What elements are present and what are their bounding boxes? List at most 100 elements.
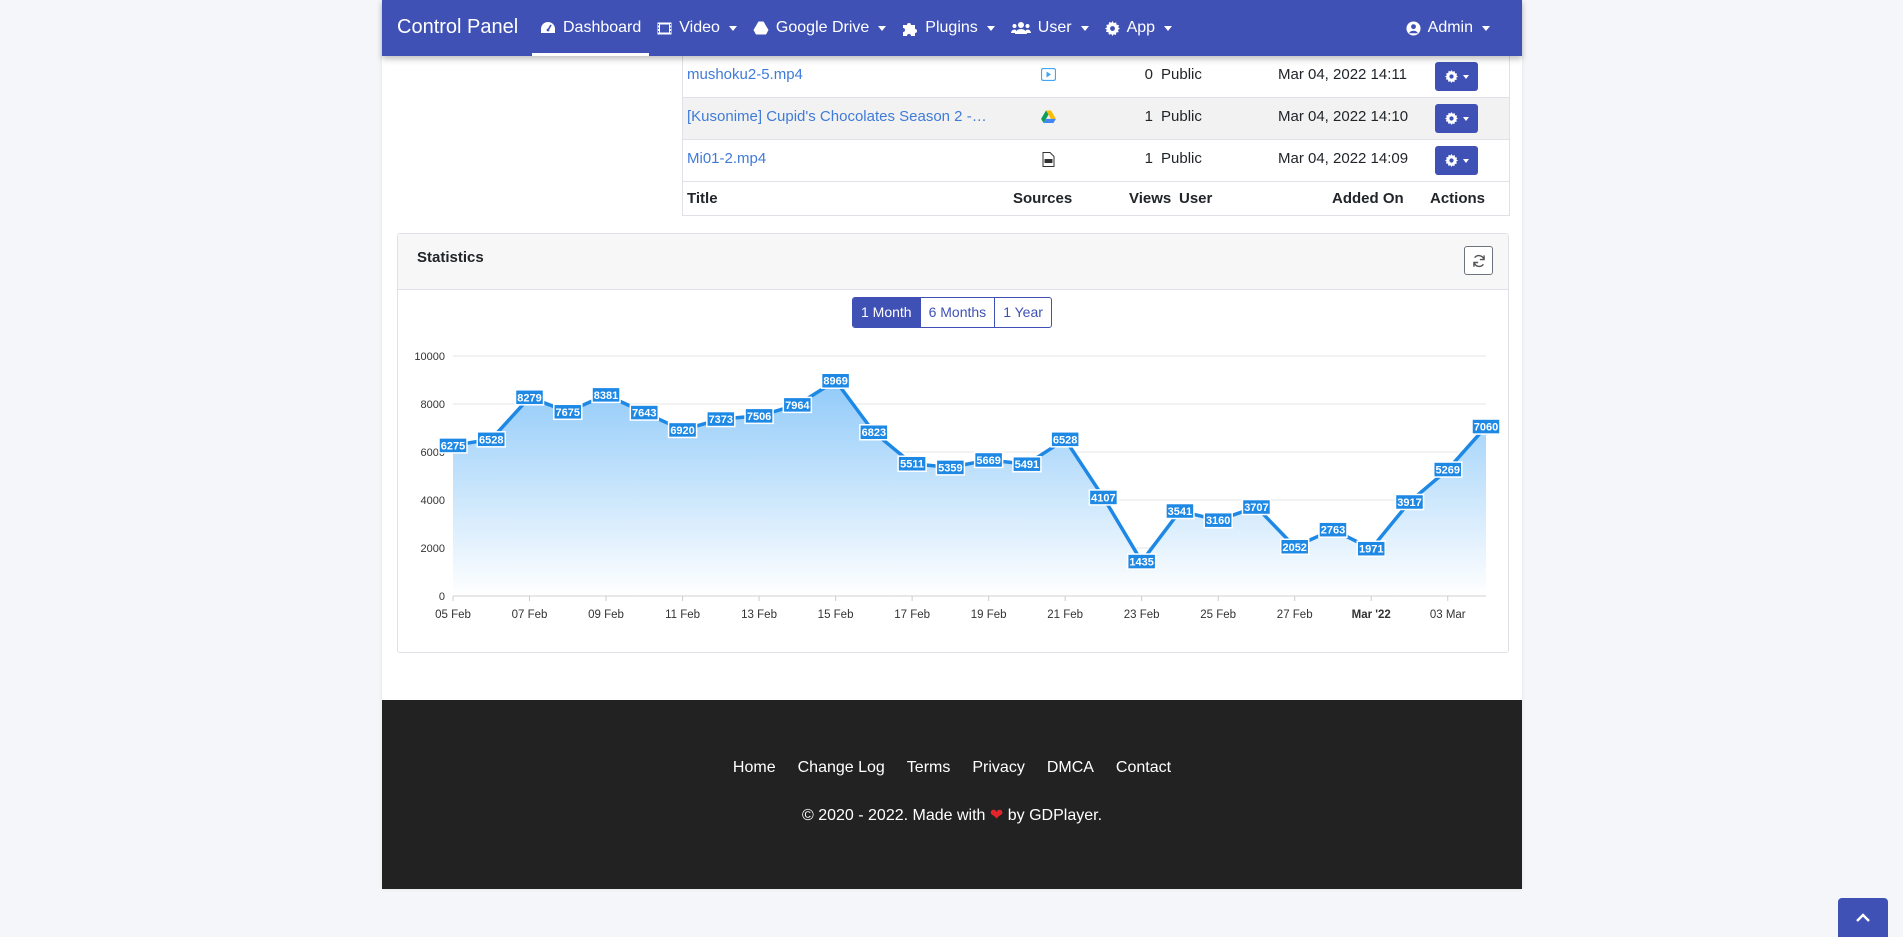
gear-icon [1444, 112, 1458, 125]
y-tick-label: 0 [439, 591, 445, 603]
table-row: Mi01-2.mp4 1 Public Mar 04, 2022 14:09 [683, 139, 1509, 181]
added-on-date: Mar 04, 2022 14:11 [1278, 66, 1407, 83]
data-label: 8279 [517, 392, 541, 404]
scroll-to-top-button[interactable] [1838, 898, 1888, 937]
x-tick-label: 25 Feb [1200, 609, 1236, 621]
column-actions: Actions [1430, 190, 1486, 207]
table-row: [Kusonime] Cupid's Chocolates Season 2 -… [683, 97, 1509, 139]
data-label: 7373 [709, 414, 733, 426]
chevron-down-icon [1462, 116, 1469, 121]
chevron-down-icon [986, 25, 995, 31]
data-label: 7506 [747, 411, 771, 423]
nav-google-drive[interactable]: Google Drive [745, 0, 894, 56]
data-label: 2763 [1321, 525, 1345, 537]
nav-video-label: Video [679, 19, 720, 36]
data-label: 6823 [862, 427, 886, 439]
column-sources: Sources [1013, 190, 1073, 207]
video-play-icon [1033, 67, 1063, 85]
data-label: 7964 [785, 400, 810, 412]
nav-admin[interactable]: Admin [1398, 0, 1498, 56]
chevron-down-icon [1462, 74, 1469, 79]
table-row: mushoku2-5.mp4 0 Public Mar 04, 2022 14:… [683, 56, 1509, 97]
x-tick-label: 13 Feb [741, 609, 777, 621]
added-on-date: Mar 04, 2022 14:09 [1278, 150, 1409, 167]
nav-user[interactable]: User [1003, 0, 1097, 56]
data-label: 5269 [1435, 465, 1459, 477]
nav-dashboard-label: Dashboard [563, 19, 642, 36]
file-icon [1033, 152, 1063, 171]
footer-link-dmca[interactable]: DMCA [1047, 759, 1094, 777]
nav-admin-label: Admin [1427, 19, 1473, 36]
chevron-up-icon [1856, 913, 1870, 922]
brand-title[interactable]: Control Panel [397, 16, 518, 39]
google-drive-icon [753, 21, 769, 35]
column-user[interactable]: User [1179, 190, 1212, 207]
footer-link-terms[interactable]: Terms [907, 759, 951, 777]
data-label: 2052 [1282, 542, 1306, 554]
gear-icon [1104, 20, 1120, 36]
nav-plugins[interactable]: Plugins [894, 0, 1002, 56]
data-label: 7060 [1474, 422, 1498, 434]
data-label: 6275 [441, 440, 465, 452]
data-label: 6920 [670, 425, 694, 437]
video-title-link[interactable]: mushoku2-5.mp4 [687, 66, 987, 83]
data-label: 1435 [1129, 557, 1153, 569]
film-icon [657, 22, 672, 35]
main-nav: Dashboard Video Google Drive Plugins Use… [532, 0, 1180, 56]
copyright-suffix: by GDPlayer. [1007, 807, 1103, 824]
x-tick-label: 19 Feb [971, 609, 1007, 621]
footer-link-change-log[interactable]: Change Log [798, 759, 885, 777]
chevron-down-icon [1482, 25, 1490, 31]
views-count: 0 [1144, 66, 1153, 83]
x-tick-label: 07 Feb [512, 609, 548, 621]
users-icon [1010, 21, 1031, 35]
data-label: 6528 [479, 434, 503, 446]
user-circle-icon [1406, 20, 1421, 36]
x-tick-label: 17 Feb [894, 609, 930, 621]
added-on-date: Mar 04, 2022 14:10 [1278, 108, 1409, 125]
column-added-on[interactable]: Added On [1332, 190, 1404, 207]
data-label: 3160 [1206, 515, 1230, 527]
nav-app[interactable]: App [1097, 0, 1180, 56]
actions-dropdown-button[interactable] [1435, 62, 1478, 91]
account-nav: Admin [1398, 0, 1498, 56]
gear-icon [1444, 70, 1458, 83]
top-navbar: Control Panel Dashboard Video Google Dri [382, 0, 1522, 56]
actions-dropdown-button[interactable] [1435, 146, 1478, 175]
views-area-chart: 020004000600080001000005 Feb 07 Feb 09 Feb… [414, 351, 1501, 621]
x-tick-label: 15 Feb [818, 609, 854, 621]
nav-user-label: User [1037, 19, 1072, 36]
data-label: 5491 [1015, 459, 1039, 471]
nav-google-drive-label: Google Drive [775, 19, 870, 36]
data-label: 1971 [1359, 544, 1383, 556]
video-title-link[interactable]: [Kusonime] Cupid's Chocolates Season 2 -… [687, 108, 987, 125]
footer-link-contact[interactable]: Contact [1116, 759, 1171, 777]
x-tick-label: 05 Feb [435, 609, 471, 621]
footer-link-privacy[interactable]: Privacy [972, 759, 1024, 777]
video-title-link[interactable]: Mi01-2.mp4 [687, 150, 987, 167]
videos-table: mushoku2-5.mp4 0 Public Mar 04, 2022 14:… [682, 56, 1510, 216]
actions-dropdown-button[interactable] [1435, 104, 1478, 133]
chevron-down-icon [878, 25, 887, 31]
y-tick-label: 4000 [421, 495, 445, 507]
series-area [453, 380, 1486, 596]
y-tick-label: 2000 [421, 543, 445, 555]
x-tick-label: 11 Feb [665, 609, 700, 621]
user-label: Public [1161, 108, 1202, 125]
nav-app-label: App [1126, 19, 1156, 36]
views-count: 1 [1144, 150, 1153, 167]
footer-link-home[interactable]: Home [733, 759, 776, 777]
data-label: 3541 [1168, 506, 1192, 518]
data-label: 8969 [823, 376, 847, 388]
chevron-down-icon [728, 25, 737, 31]
column-title[interactable]: Title [687, 190, 718, 207]
data-label: 5359 [938, 462, 962, 474]
y-tick-label: 8000 [421, 399, 445, 411]
column-views[interactable]: Views [1129, 190, 1171, 207]
nav-dashboard[interactable]: Dashboard [532, 0, 650, 56]
footer: Home Change Log Terms Privacy DMCA Conta… [382, 700, 1522, 889]
data-label: 3917 [1397, 497, 1421, 509]
nav-video[interactable]: Video [649, 0, 745, 56]
chevron-down-icon [1462, 158, 1469, 163]
x-tick-label: 03 Mar [1430, 609, 1466, 621]
